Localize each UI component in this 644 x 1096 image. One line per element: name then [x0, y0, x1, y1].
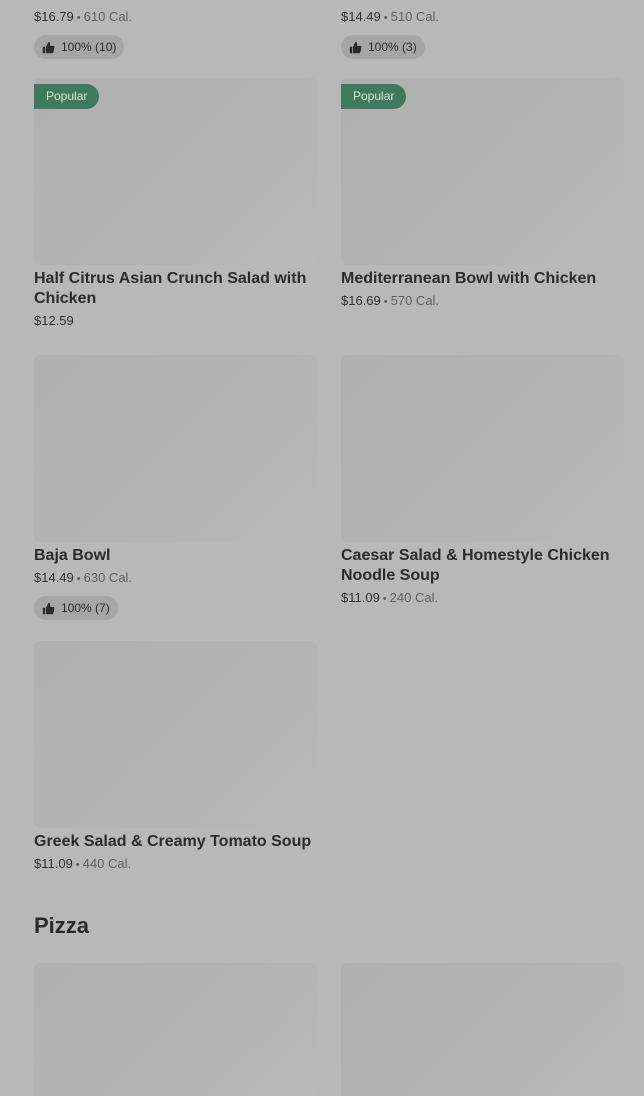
menu-item-card[interactable]: Greek Salad & Creamy Tomato Soup $11.09 •…	[34, 641, 317, 874]
thumbs-up-icon	[42, 602, 55, 614]
item-image	[341, 963, 624, 1096]
item-price: $16.79	[34, 9, 74, 24]
item-calories: 510 Cal.	[390, 9, 440, 24]
menu-item-card[interactable]	[34, 963, 317, 1096]
item-calories: 570 Cal.	[390, 293, 440, 308]
item-meta: $14.49 • 510 Cal.	[341, 8, 624, 27]
item-calories: 440 Cal.	[82, 856, 132, 871]
menu-item-card[interactable]: $14.49 • 510 Cal. 100% (3)	[341, 5, 624, 59]
rating-badge: 100% (3)	[341, 35, 425, 59]
separator: •	[76, 12, 81, 24]
separator: •	[382, 593, 387, 605]
thumbs-up-icon	[349, 41, 362, 53]
item-price: $11.09	[341, 590, 380, 605]
item-meta: $14.49 • 630 Cal.	[34, 569, 317, 588]
popular-badge: Popular	[34, 84, 100, 109]
item-meta: $11.09 • 440 Cal.	[34, 855, 317, 874]
thumbs-up-icon	[42, 41, 55, 53]
item-price: $11.09	[34, 856, 73, 871]
rating-text: 100% (7)	[61, 601, 110, 615]
rating-badge: 100% (10)	[34, 35, 125, 59]
rating-text: 100% (3)	[368, 40, 417, 54]
item-image	[341, 355, 624, 542]
item-price: $14.49	[34, 570, 74, 585]
item-meta: $16.69 • 570 Cal.	[341, 292, 624, 311]
popular-badge: Popular	[341, 84, 407, 109]
menu-item-card[interactable]	[341, 963, 624, 1096]
item-image	[34, 963, 317, 1096]
rating-text: 100% (10)	[61, 40, 117, 54]
section-title-pizza: Pizza	[34, 913, 90, 938]
item-image	[34, 641, 317, 828]
menu-item-card[interactable]: Popular Half Citrus Asian Crunch Salad w…	[34, 78, 317, 329]
item-calories: 240 Cal.	[389, 590, 439, 605]
menu-item-card[interactable]: Popular Mediterranean Bowl with Chicken …	[341, 78, 624, 311]
separator: •	[383, 296, 388, 308]
separator: •	[76, 573, 81, 585]
item-name: Caesar Salad & Homestyle Chicken Noodle …	[341, 547, 610, 584]
item-name: Mediterranean Bowl with Chicken	[341, 270, 597, 287]
item-meta: $16.79 • 610 Cal.	[34, 8, 317, 27]
menu-item-card[interactable]: Caesar Salad & Homestyle Chicken Noodle …	[341, 355, 624, 608]
item-name: Half Citrus Asian Crunch Salad with Chic…	[34, 270, 307, 307]
item-price: $12.59	[34, 313, 74, 328]
item-meta: $12.59	[34, 312, 317, 329]
item-image: Popular	[34, 78, 317, 265]
item-calories: 630 Cal.	[83, 570, 133, 585]
item-image	[34, 355, 317, 542]
item-name: Greek Salad & Creamy Tomato Soup	[34, 833, 312, 850]
separator: •	[75, 859, 80, 871]
item-meta: $11.09 • 240 Cal.	[341, 589, 624, 608]
item-price: $16.69	[341, 293, 381, 308]
item-calories: 610 Cal.	[83, 9, 133, 24]
item-name: Baja Bowl	[34, 547, 111, 564]
menu-item-card[interactable]: Baja Bowl $14.49 • 630 Cal. 100% (7)	[34, 355, 317, 620]
menu-item-card[interactable]: $16.79 • 610 Cal. 100% (10)	[34, 5, 317, 59]
rating-badge: 100% (7)	[34, 596, 118, 620]
item-image: Popular	[341, 78, 624, 265]
separator: •	[383, 12, 388, 24]
item-price: $14.49	[341, 9, 381, 24]
